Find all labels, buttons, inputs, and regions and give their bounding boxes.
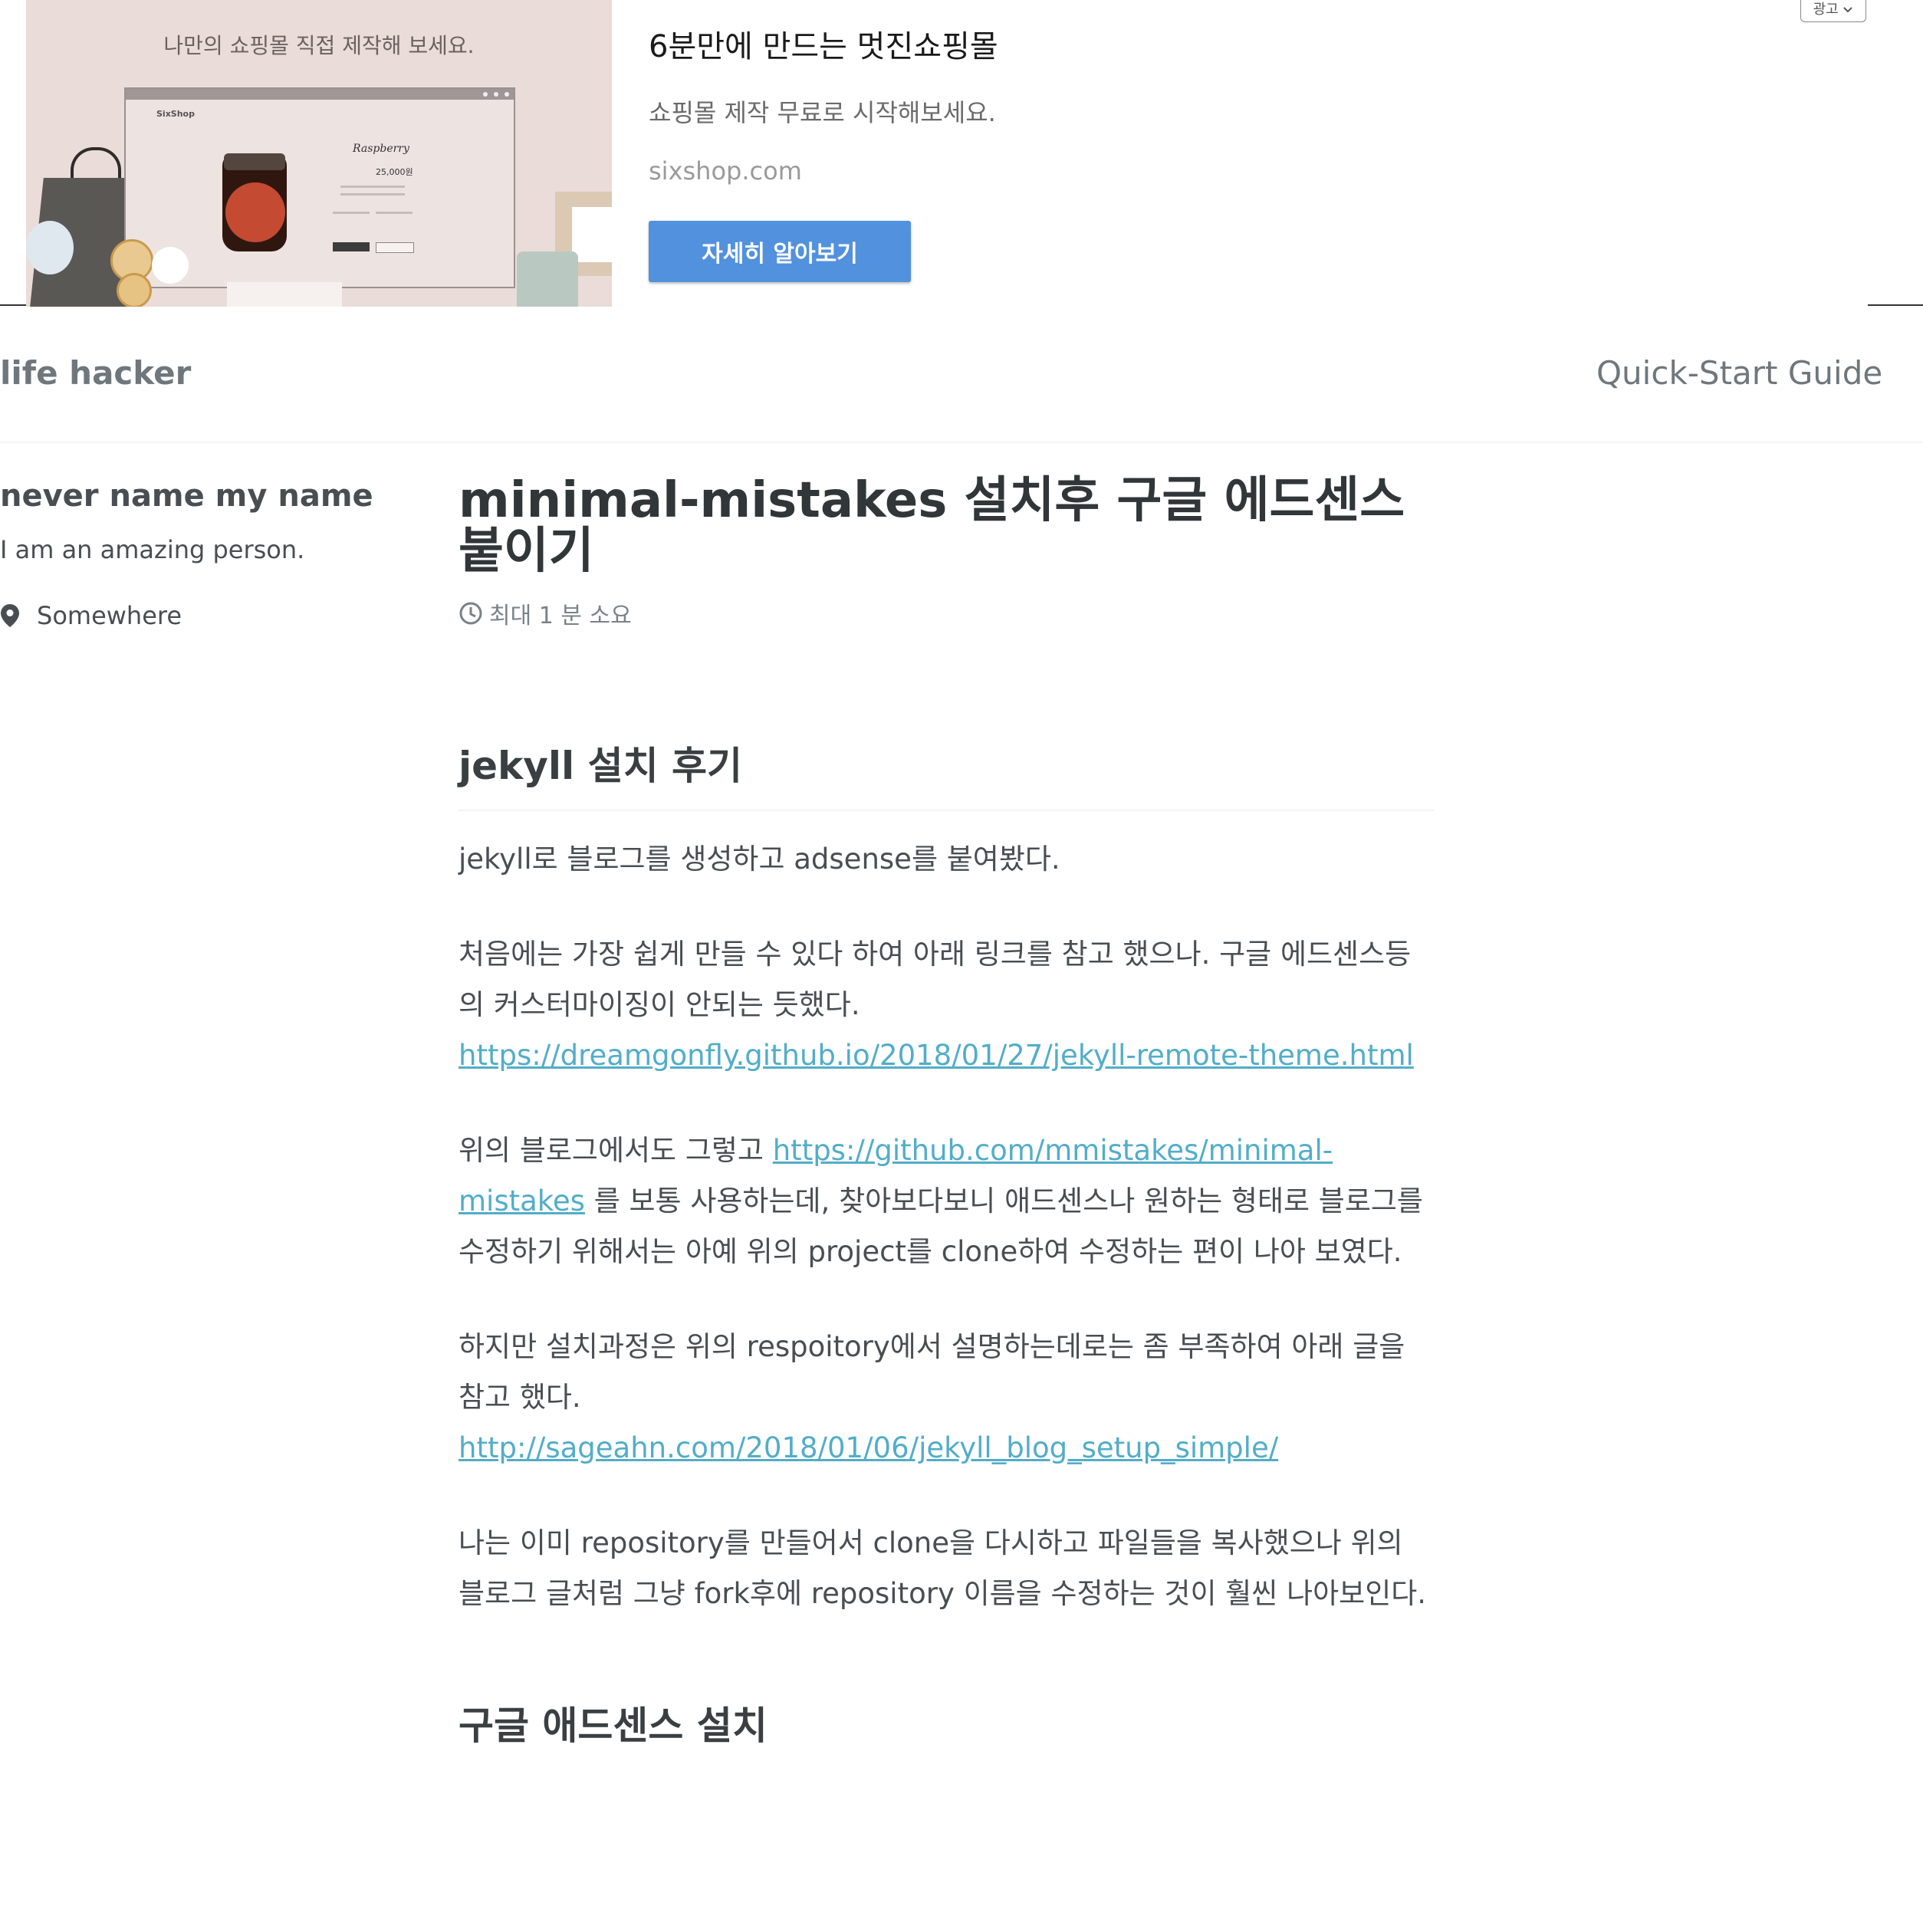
section-heading-jekyll: jekyll 설치 후기 bbox=[459, 742, 1434, 811]
ball-decoration bbox=[152, 247, 189, 284]
author-bio: I am an amazing person. bbox=[0, 535, 305, 564]
paragraph-2: 처음에는 가장 쉽게 만들 수 있다 하여 아래 링크를 참고 했으나. 구글 … bbox=[459, 929, 1434, 1081]
cup-decoration bbox=[26, 221, 74, 274]
paragraph-3-text-before: 위의 블로그에서도 그렇고 bbox=[459, 1134, 773, 1167]
pouch-decoration bbox=[517, 251, 578, 307]
ad-description: 쇼핑몰 제작 무료로 시작해보세요. bbox=[649, 98, 996, 127]
author-location: Somewhere bbox=[0, 601, 182, 630]
jar-label bbox=[225, 182, 285, 242]
ad-image-caption: 나만의 쇼핑몰 직접 제작해 보세요. bbox=[163, 33, 475, 58]
paragraph-1: jekyll로 블로그를 생성하고 adsense를 붙여봤다. bbox=[459, 843, 1060, 876]
ad-image[interactable]: 나만의 쇼핑몰 직접 제작해 보세요. SixShop Raspberry 25… bbox=[26, 0, 612, 307]
ad-title[interactable]: 6분만에 만드는 멋진쇼핑몰 bbox=[649, 21, 998, 66]
paragraph-4: 하지만 설치과정은 위의 respoitory에서 설명하는데로는 좀 부족하여… bbox=[459, 1322, 1434, 1474]
mock-product-name: Raspberry bbox=[353, 143, 409, 155]
paragraph-3: 위의 블로그에서도 그렇고 https://github.com/mmistak… bbox=[459, 1125, 1434, 1277]
mock-cart-button bbox=[376, 242, 414, 253]
ad-badge-label: 광고 bbox=[1813, 2, 1839, 18]
jar-lid bbox=[224, 153, 285, 170]
nav-link-quick-start[interactable]: Quick-Start Guide bbox=[1596, 354, 1882, 392]
link-dreamgonfly[interactable]: https://dreamgonfly.github.io/2018/01/27… bbox=[459, 1039, 1414, 1072]
link-sageahn[interactable]: http://sageahn.com/2018/01/06/jekyll_blo… bbox=[459, 1431, 1278, 1464]
masthead-divider bbox=[0, 442, 1923, 443]
mock-window-bar bbox=[126, 89, 514, 100]
read-time-label: 최대 1 분 소요 bbox=[489, 603, 632, 629]
package-decoration bbox=[572, 207, 612, 262]
author-location-label: Somewhere bbox=[37, 601, 182, 630]
read-time: 최대 1 분 소요 bbox=[459, 596, 632, 630]
ad-banner[interactable]: 나만의 쇼핑몰 직접 제작해 보세요. SixShop Raspberry 25… bbox=[0, 0, 1923, 307]
box-decoration bbox=[227, 282, 342, 307]
map-marker-icon bbox=[1, 604, 19, 627]
post-content: jekyll 설치 후기 jekyll로 블로그를 생성하고 adsense를 … bbox=[459, 742, 1434, 1750]
clock-icon bbox=[459, 602, 482, 625]
ad-badge[interactable]: 광고 bbox=[1800, 0, 1866, 22]
ad-divider bbox=[0, 304, 26, 306]
mock-buy-button bbox=[333, 242, 370, 251]
paragraph-4-text: 하지만 설치과정은 위의 respoitory에서 설명하는데로는 좀 부족하여… bbox=[459, 1330, 1405, 1414]
ad-divider bbox=[1868, 304, 1923, 306]
ad-cta-button[interactable]: 자세히 알아보기 bbox=[649, 221, 911, 282]
paragraph-2-text: 처음에는 가장 쉽게 만들 수 있다 하여 아래 링크를 참고 했으나. 구글 … bbox=[459, 938, 1412, 1021]
post-title: minimal-mistakes 설치후 구글 에드센스 붙이기 bbox=[459, 472, 1405, 580]
lemon-slice bbox=[117, 273, 152, 307]
mock-price: 25,000원 bbox=[376, 167, 413, 177]
section-heading-adsense: 구글 애드센스 설치 bbox=[459, 1704, 768, 1748]
paragraph-3-text-after: 를 보통 사용하는데, 찾아보다보니 애드센스나 원하는 형태로 블로그를 수정… bbox=[459, 1184, 1423, 1268]
author-name: never name my name bbox=[0, 478, 373, 514]
ad-domain[interactable]: sixshop.com bbox=[649, 156, 802, 186]
paragraph-5: 나는 이미 repository를 만들어서 clone을 다시하고 파일들을 … bbox=[459, 1526, 1427, 1610]
site-title-link[interactable]: life hacker bbox=[0, 354, 191, 392]
chevron-down-icon bbox=[1843, 7, 1853, 13]
mock-brand: SixShop bbox=[156, 109, 195, 119]
